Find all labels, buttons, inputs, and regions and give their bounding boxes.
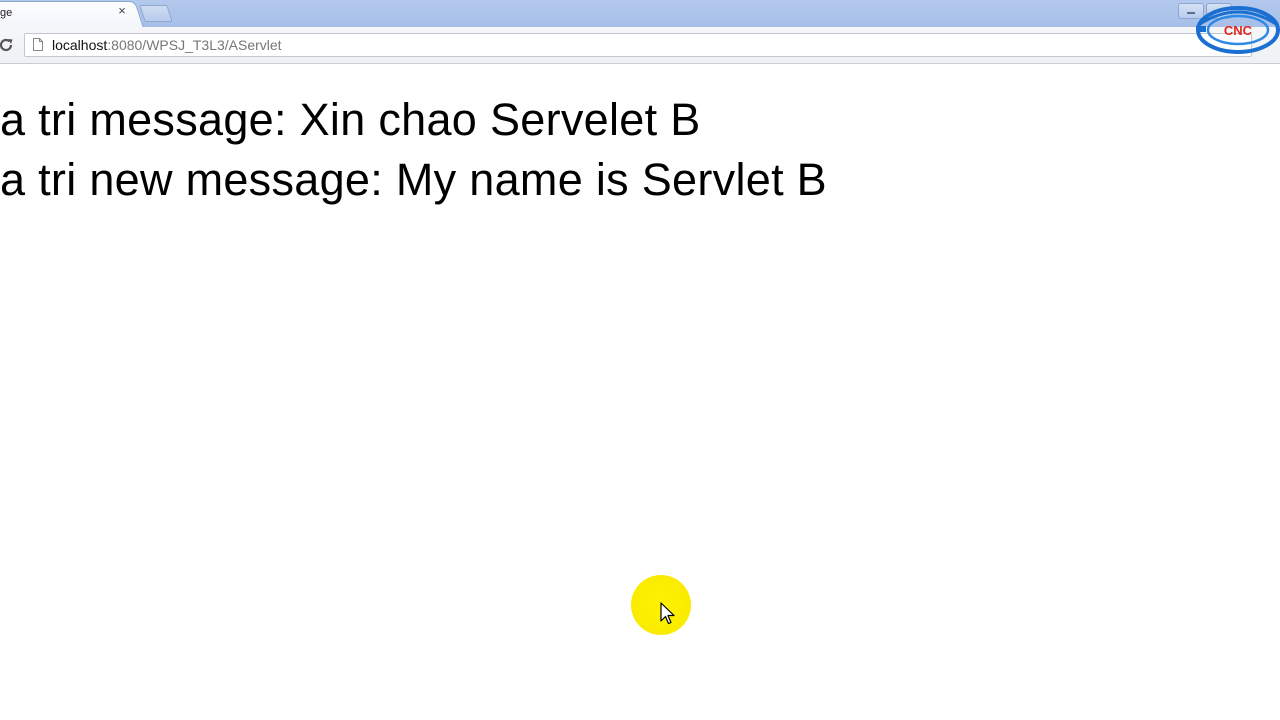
- tab-strip: ge ×: [0, 0, 1280, 28]
- reload-icon[interactable]: [0, 37, 14, 53]
- tab-title: ge: [0, 7, 13, 19]
- address-bar[interactable]: localhost:8080/WPSJ_T3L3/AServlet: [24, 33, 1252, 57]
- url-path: :8080/WPSJ_T3L3/AServlet: [107, 37, 282, 53]
- message-line: a tri message: Xin chao Servelet B: [0, 94, 701, 145]
- browser-toolbar: localhost:8080/WPSJ_T3L3/AServlet: [0, 27, 1280, 64]
- logo-text: CNC: [1224, 23, 1253, 38]
- new-tab-button[interactable]: [139, 5, 173, 22]
- tab-close-icon[interactable]: ×: [116, 4, 128, 18]
- browser-window: ge × localhost:8080/WPSJ_T3L3/AServlet a…: [0, 0, 1280, 720]
- url-host: localhost: [52, 37, 108, 53]
- cnc-logo: CNC: [1196, 6, 1280, 54]
- new-message-line: a tri new message: My name is Servlet B: [0, 154, 827, 205]
- mouse-pointer-icon: [660, 602, 675, 625]
- url-text: localhost:8080/WPSJ_T3L3/AServlet: [52, 37, 282, 53]
- page-icon: [33, 38, 43, 51]
